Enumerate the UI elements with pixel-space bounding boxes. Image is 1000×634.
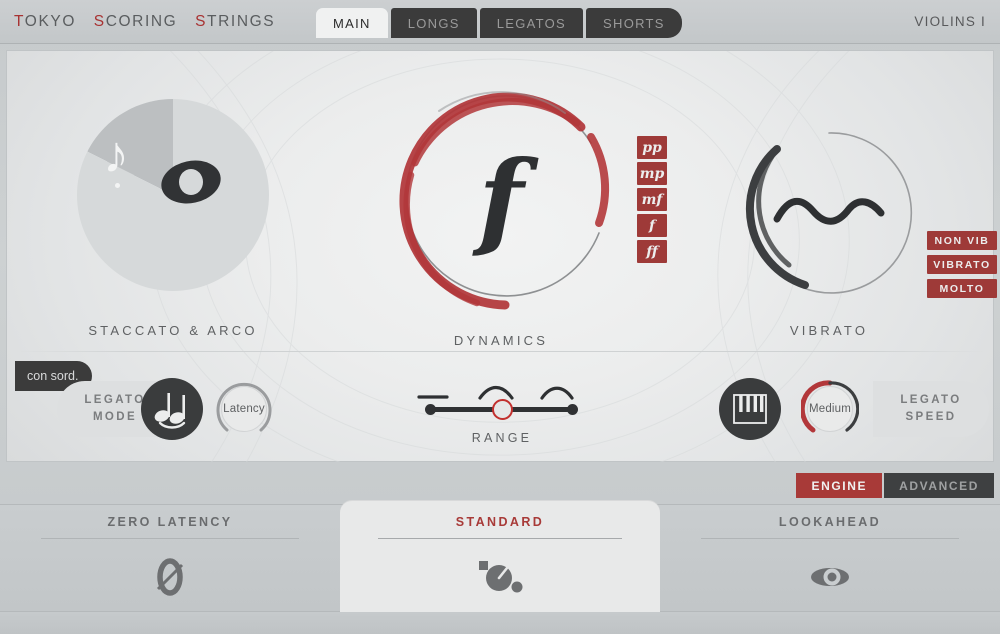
dynamics-section[interactable]: f	[385, 83, 617, 315]
metronome-icon	[340, 549, 660, 605]
section-divider	[15, 351, 987, 352]
header-bar: TOKYO SCORING STRINGS MAIN LONGS LEGATOS…	[0, 0, 1000, 44]
range-slider-thumb[interactable]	[492, 399, 513, 420]
latency-knob[interactable]: Latency	[215, 380, 273, 438]
legato-mode-label-line1: LEGATO	[84, 394, 146, 407]
main-stage: ♪ STACCATO & ARCO con sord. f DYNAMICS p…	[6, 50, 997, 463]
tab-legatos[interactable]: LEGATOS	[479, 8, 584, 38]
legato-speed-label-line1: LEGATO	[900, 394, 962, 407]
logo-word-scoring: CORING	[105, 13, 178, 30]
dynamics-button-ff[interactable]: ff	[637, 240, 667, 263]
vibrato-label: VIBRATO	[789, 323, 869, 338]
dynamics-current-glyph: f	[478, 136, 524, 261]
engine-option-standard-label: STANDARD	[455, 515, 545, 529]
dynamics-button-f[interactable]: f	[637, 214, 667, 237]
logo-letter-s1: S	[93, 13, 106, 30]
piano-keys-icon	[733, 394, 767, 424]
legato-speed-knob[interactable]: Medium	[801, 380, 859, 438]
logo-letter-t: T	[14, 13, 25, 30]
legato-speed-knob-value: Medium	[807, 386, 853, 432]
vibrato-section[interactable]	[743, 127, 915, 299]
engine-strip: ZERO LATENCY STANDARD LOOKAHEAD	[0, 501, 1000, 613]
slurred-notes-icon	[154, 393, 186, 429]
plugin-window: TOKYO SCORING STRINGS MAIN LONGS LEGATOS…	[0, 0, 1000, 634]
engine-option-lookahead-label: LOOKAHEAD	[778, 515, 882, 529]
latency-knob-value: Latency	[221, 386, 267, 432]
logo-space-1	[82, 13, 88, 30]
engine-option-zero-latency[interactable]: ZERO LATENCY	[0, 505, 340, 613]
legato-speed-label: LEGATO SPEED	[873, 381, 989, 437]
range-slider-end-left	[425, 404, 436, 415]
articulation-row: ♪ STACCATO & ARCO con sord. f DYNAMICS p…	[7, 51, 997, 391]
logo-word-tokyo: OKYO	[24, 13, 76, 30]
vibrato-buttons: NON VIB VIBRATO MOLTO	[927, 231, 997, 298]
engine-option-standard[interactable]: STANDARD	[340, 501, 660, 613]
tab-advanced[interactable]: ADVANCED	[884, 473, 994, 498]
eighth-note-icon: ♪	[103, 126, 129, 184]
articulation-label: STACCATO & ARCO	[88, 323, 258, 338]
vibrato-button-molto[interactable]: MOLTO	[927, 279, 997, 298]
vibrato-wave-icon	[743, 127, 915, 299]
engine-option-zero-latency-label: ZERO LATENCY	[107, 515, 233, 529]
vibrato-button-non-vib[interactable]: NON VIB	[927, 231, 997, 250]
vibrato-button-vibrato[interactable]: VIBRATO	[927, 255, 997, 274]
legato-mode-label-line2: MODE	[92, 411, 138, 423]
articulation-circle[interactable]: ♪	[77, 99, 269, 291]
dynamics-buttons: pp mp mf f ff	[637, 136, 667, 263]
product-logo: TOKYO SCORING STRINGS	[14, 13, 275, 31]
articulation-section[interactable]: ♪	[77, 99, 269, 291]
engine-tab-group: ENGINE ADVANCED	[796, 473, 994, 498]
legato-speed-button[interactable]	[719, 378, 781, 440]
logo-space-2	[183, 13, 189, 30]
engine-option-lookahead[interactable]: LOOKAHEAD	[660, 505, 1000, 613]
tab-main[interactable]: MAIN	[316, 8, 388, 38]
legato-speed-label-line2: SPEED	[905, 411, 957, 423]
slashed-zero-icon	[0, 549, 340, 605]
tab-engine[interactable]: ENGINE	[796, 473, 883, 498]
range-control[interactable]: RANGE	[397, 363, 607, 453]
eye-icon	[660, 549, 1000, 605]
engine-option-rule	[700, 538, 960, 539]
dynamics-label: DYNAMICS	[453, 333, 549, 348]
range-slider-end-right	[567, 404, 578, 415]
footer-bar	[0, 612, 1000, 634]
range-label: RANGE	[471, 431, 533, 445]
dynamics-button-pp[interactable]: pp	[637, 136, 667, 159]
engine-option-rule	[40, 538, 300, 539]
controls-row: LEGATO MODE Latency RANGE Medium LEGATO …	[7, 353, 995, 463]
tab-shorts[interactable]: SHORTS	[586, 8, 682, 38]
dynamics-button-mp[interactable]: mp	[637, 162, 667, 185]
engine-option-rule	[378, 538, 622, 539]
logo-letter-s2: S	[195, 13, 208, 30]
logo-word-strings: TRINGS	[207, 13, 276, 30]
legato-mode-button[interactable]	[141, 378, 203, 440]
page-tabs: MAIN LONGS LEGATOS SHORTS	[316, 8, 682, 38]
staccato-dot-icon	[115, 183, 120, 188]
tab-longs[interactable]: LONGS	[390, 8, 477, 38]
dynamics-button-mf[interactable]: mf	[637, 188, 667, 211]
preset-name[interactable]: VIOLINS I	[914, 14, 986, 29]
